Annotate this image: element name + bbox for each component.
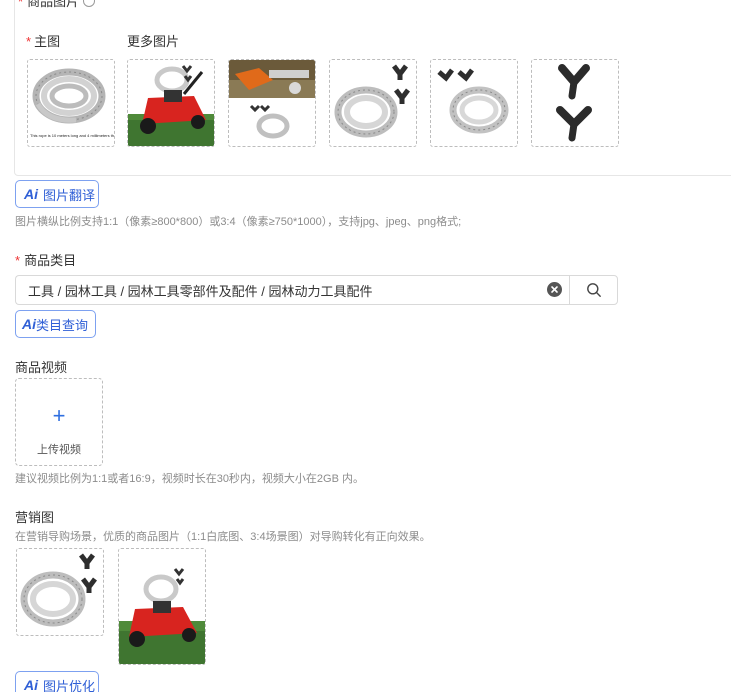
help-icon[interactable]: [83, 0, 96, 7]
more-image-thumbnail[interactable]: [430, 59, 518, 147]
main-image-thumbnail[interactable]: This rope is 10 meters long and 4 millim…: [27, 59, 115, 147]
upload-video-label: 上传视频: [37, 444, 81, 456]
more-image-thumbnail[interactable]: [531, 59, 619, 147]
category-title: * 商品类目: [15, 253, 77, 268]
product-images-title: * 商品图片: [18, 0, 96, 10]
ai-icon: Ai: [24, 186, 38, 202]
more-images-label: 更多图片: [127, 34, 180, 49]
category-search-button[interactable]: [569, 275, 618, 305]
marketing-image-thumbnail[interactable]: [118, 548, 206, 665]
ai-icon: Ai: [24, 677, 38, 692]
image-optimize-button[interactable]: Ai 图片优化: [15, 671, 99, 692]
lawn-mower-image: [119, 568, 205, 664]
search-icon: [586, 283, 601, 297]
main-image-label: * 主图: [26, 34, 61, 49]
close-circle-icon[interactable]: [547, 282, 562, 297]
category-query-button[interactable]: Ai 类目查询: [15, 310, 96, 338]
marketing-hint: 在营销导购场景，优质的商品图片（1:1白底图、3:4场景图）对导购转化有正向效果…: [15, 531, 431, 543]
more-image-thumbnail[interactable]: [228, 59, 316, 147]
lawn-mower-image: [128, 65, 214, 146]
rope-with-handles-image: [334, 64, 410, 138]
t-handles-image: [556, 64, 592, 142]
category-input[interactable]: 工具 / 园林工具 / 园林工具零部件及配件 / 园林动力工具配件: [15, 275, 570, 305]
image-format-hint: 图片横纵比例支持1:1（像素≥800*800）或3:4（像素≥750*1000）…: [15, 216, 462, 228]
required-mark: *: [15, 253, 21, 268]
image-translate-button[interactable]: Ai 图片翻译: [15, 180, 99, 208]
chainsaw-scene-image: [229, 60, 315, 139]
thumbnail-caption: This rope is 10 meters long and 4 millim…: [30, 133, 114, 138]
handles-and-rope-image: [437, 68, 509, 134]
required-mark: *: [18, 0, 24, 9]
rope-with-handles-image: [20, 553, 97, 627]
more-image-thumbnail[interactable]: [127, 59, 215, 147]
video-title: 商品视频: [15, 360, 68, 375]
video-hint: 建议视频比例为1:1或者16:9，视频时长在30秒内，视频大小在2GB 内。: [15, 473, 365, 485]
ai-icon: Ai: [22, 316, 36, 332]
marketing-image-thumbnail[interactable]: [16, 548, 104, 636]
upload-video-button[interactable]: + 上传视频: [15, 378, 103, 466]
marketing-title: 营销图: [15, 510, 55, 525]
more-image-thumbnail[interactable]: [329, 59, 417, 147]
plus-icon: +: [52, 403, 66, 428]
required-mark: *: [26, 34, 32, 49]
